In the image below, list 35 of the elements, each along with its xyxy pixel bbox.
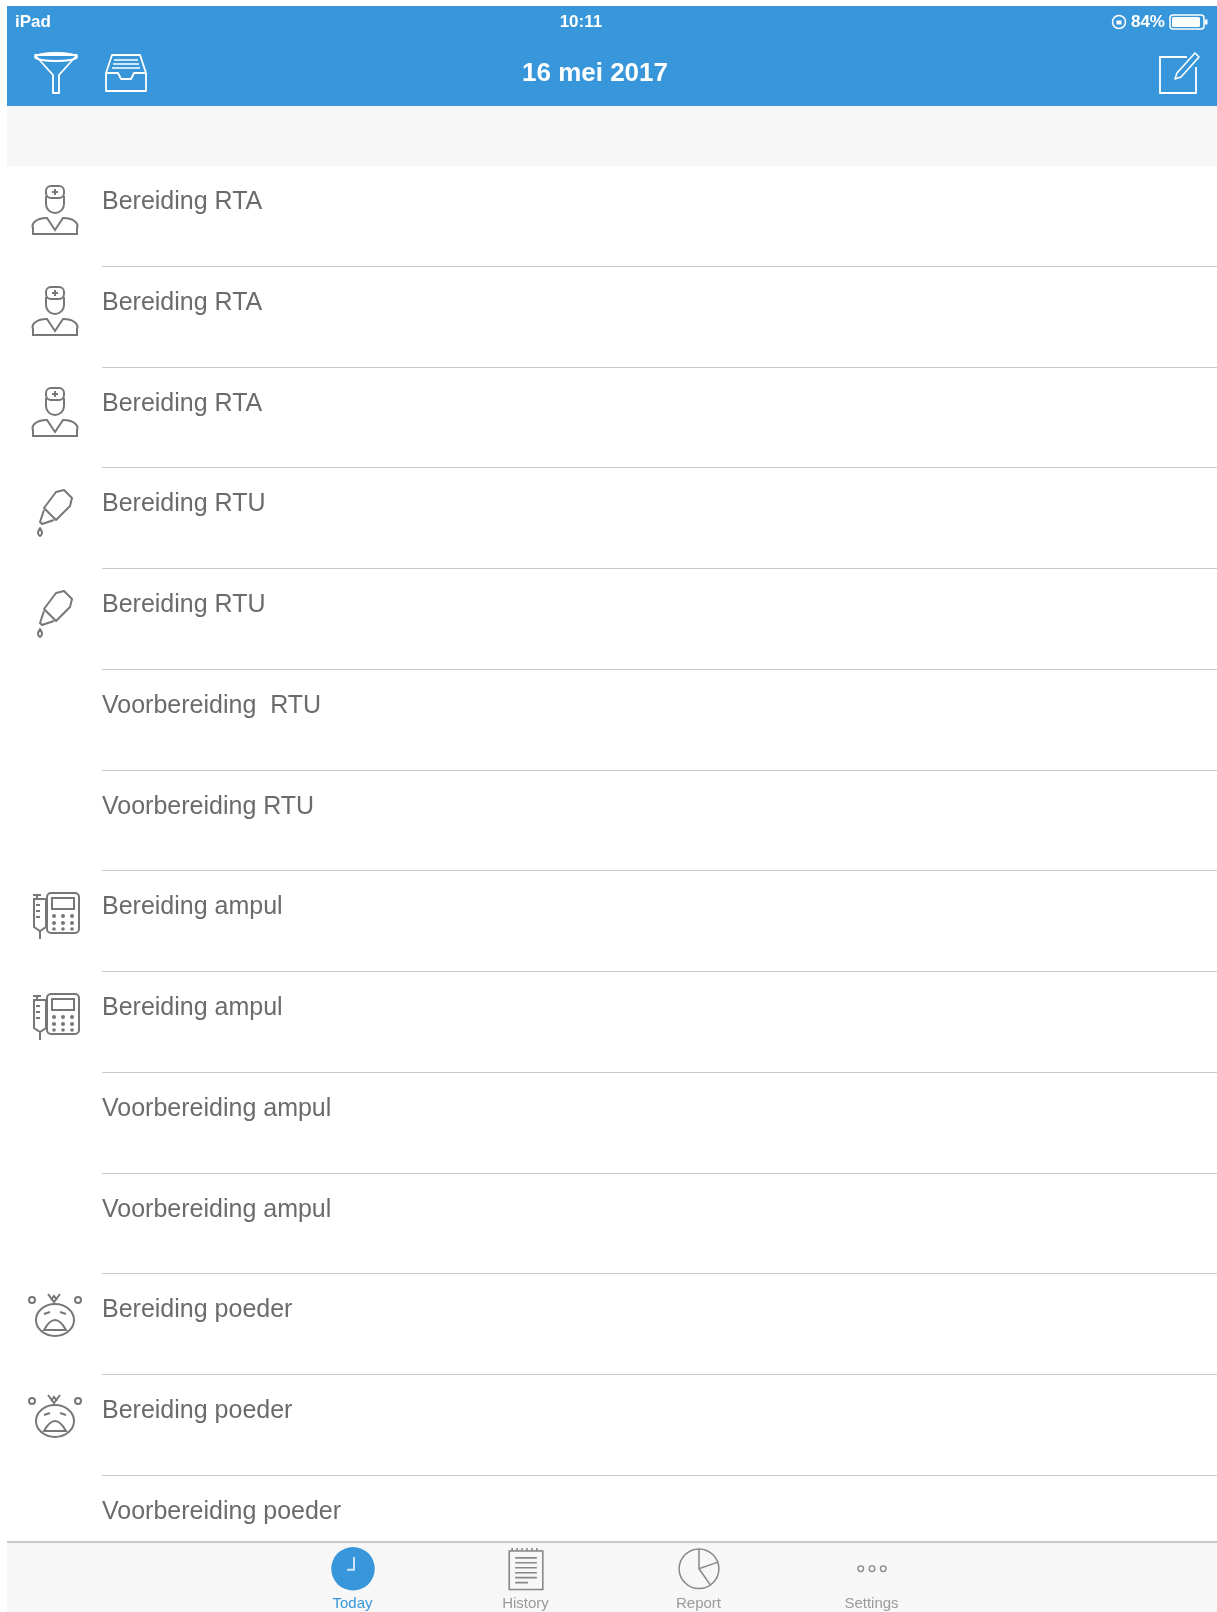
battery-icon: [1169, 13, 1209, 31]
compose-icon[interactable]: [1157, 49, 1201, 95]
row-title: Voorbereiding ampul: [102, 1092, 332, 1121]
doctor-icon: [29, 284, 80, 337]
pie-chart-icon: [675, 1547, 722, 1591]
row-title: Bereiding RTU: [102, 589, 266, 617]
date-title: 16 mei 2017: [522, 56, 668, 87]
inbox-tray-icon[interactable]: [103, 51, 149, 93]
clock-icon: [330, 1547, 375, 1591]
row-title: Bereiding RTU: [102, 488, 266, 517]
notepad-icon: [505, 1547, 546, 1591]
row-title: Voorbereiding RTU: [102, 689, 322, 718]
tab-button[interactable]: History: [439, 1543, 612, 1612]
row-title: Bereiding RTA: [102, 186, 263, 214]
row-title: Bereiding poeder: [102, 1395, 293, 1423]
tab-button[interactable]: Settings: [785, 1543, 958, 1612]
row-title: Bereiding ampul: [102, 992, 283, 1020]
battery-percent: 84%: [1130, 11, 1165, 34]
filter-icon[interactable]: [33, 49, 79, 95]
row-title: Voorbereiding ampul: [102, 1193, 332, 1222]
device-name: iPad: [15, 11, 51, 34]
row-title: Bereiding RTA: [102, 387, 263, 416]
row-title: Bereiding RTA: [102, 286, 263, 315]
row-title: Bereiding poeder: [102, 1294, 293, 1323]
tab-button[interactable]: Today: [266, 1543, 439, 1612]
row-title: Voorbereiding RTU: [102, 790, 315, 819]
crying-baby-icon: [27, 1393, 82, 1439]
row-title: Bereiding ampul: [102, 891, 283, 920]
doctor-icon: [29, 385, 80, 438]
clock-time: 10:11: [559, 11, 603, 34]
tab-button[interactable]: Report: [612, 1543, 785, 1612]
rotation-lock-icon: [1110, 14, 1127, 30]
doctor-icon: [29, 184, 80, 236]
row-title: Voorbereiding poeder: [102, 1495, 342, 1524]
crying-baby-icon: [27, 1292, 82, 1339]
